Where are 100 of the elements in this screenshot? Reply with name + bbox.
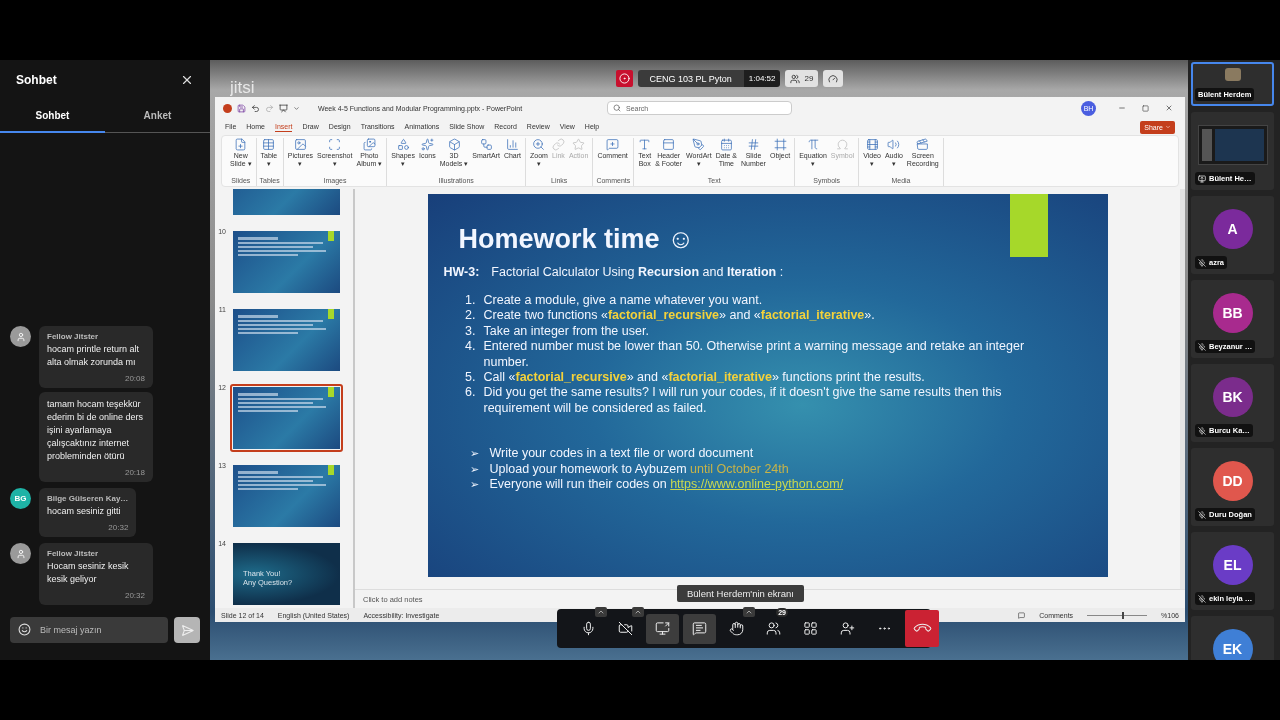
list-number: 6. <box>464 385 476 402</box>
message-time: 20:08 <box>124 374 145 383</box>
table-icon <box>262 138 276 151</box>
message-text: tamam hocam teşekkür ederim bi de online ders işini ayarlamaya çalışcaktınız internet probleminden ötürü <box>47 398 145 463</box>
bullet-text: Upload your homework to Aybuzem until October 24th <box>489 461 790 478</box>
participant-avatar: DD <box>1212 461 1253 501</box>
list-item-text: Create two functions «factorial_recursive» and «factorial_iterative». <box>483 308 876 324</box>
record-icon <box>618 73 630 84</box>
participant-count[interactable]: 29 <box>785 70 819 87</box>
bullet-marker: ➢ <box>469 461 480 477</box>
calendar-icon <box>719 138 733 151</box>
list-item-text: Entered number must be lower than 50. Otherwise print a warning message and retake an integer number. <box>483 339 1026 371</box>
participant-avatar: EK <box>1212 629 1253 660</box>
list-item-text: Create a module, give a name whatever you want. <box>483 293 764 309</box>
photo-placeholder <box>1224 68 1241 81</box>
screen-share-icon <box>655 621 670 636</box>
list-number: 3. <box>464 323 476 340</box>
images-icon <box>362 138 376 151</box>
send-icon <box>180 623 194 637</box>
list-number: 1. <box>464 293 476 309</box>
camera-off-icon <box>618 621 633 636</box>
slide-thumbnail[interactable] <box>233 309 340 371</box>
image-icon <box>293 138 307 151</box>
message-sender: Fellow Jitster <box>47 549 100 558</box>
undo-icon[interactable] <box>251 103 260 113</box>
recording-button[interactable] <box>615 70 633 87</box>
list-item-text: Call «factorial_recursive» and «factorial_iterative» functions print the results. <box>483 370 926 386</box>
shapes-icon <box>396 138 410 151</box>
slide-thumbnail[interactable] <box>233 465 340 527</box>
message-time: 20:18 <box>124 468 145 477</box>
caret-icon <box>1165 124 1171 130</box>
user-avatar-icon <box>10 326 31 347</box>
message-text: Hocam sesiniz kesik kesik geliyor <box>47 560 130 586</box>
send-button[interactable] <box>174 617 200 643</box>
speaker-icon <box>887 138 901 151</box>
chat-title: Sohbet <box>16 73 57 87</box>
bullet-marker: ➢ <box>469 446 480 462</box>
participant-avatar: BK <box>1212 377 1253 417</box>
gauge-icon <box>828 73 839 84</box>
comment-icon[interactable] <box>1018 611 1026 619</box>
screen-preview-drawing <box>1197 125 1268 165</box>
participant-tile[interactable]: EK <box>1191 616 1274 660</box>
message-sender: Bilge Gülseren Kay… <box>47 494 129 503</box>
list-number: 4. <box>464 339 476 356</box>
message-time: 20:32 <box>108 523 129 532</box>
list-item-text: Did you get the same results? I will run your codes, if it doesn't give the same results then this requirement will be considered as failed. <box>483 385 1003 417</box>
comment-icon <box>606 138 620 151</box>
scan-icon <box>328 138 342 151</box>
microphone-icon <box>581 621 596 636</box>
hang-up-button[interactable] <box>905 610 939 647</box>
add-user-icon <box>840 621 855 636</box>
assignment-label: HW-3: <box>443 265 480 279</box>
caret-button[interactable] <box>632 606 644 617</box>
hand-icon <box>729 621 744 636</box>
close-icon[interactable] <box>180 73 194 87</box>
presentation-icon[interactable] <box>279 103 288 113</box>
film-icon <box>865 138 879 151</box>
caret-button[interactable] <box>743 606 755 617</box>
message-sender: Fellow Jitster <box>47 332 100 341</box>
message-text: hocam printle return alt alta olmak zorunda mı <box>47 343 141 369</box>
accent-bar <box>1009 194 1048 257</box>
search-icon[interactable] <box>613 104 621 112</box>
clapperboard-icon <box>916 138 930 151</box>
maximize-icon[interactable] <box>1142 104 1149 112</box>
user-avatar: BG <box>10 488 31 509</box>
smiley-icon[interactable] <box>18 623 31 636</box>
pi-icon <box>806 138 820 151</box>
slide-thumbnail[interactable] <box>233 231 340 293</box>
header-icon <box>662 138 676 151</box>
slide-title: Homework time ☺ <box>458 224 696 255</box>
jitsi-logo: jitsi <box>230 79 255 97</box>
star-icon <box>572 138 586 151</box>
caret-icon[interactable] <box>293 104 300 112</box>
chat-tab[interactable]: Anket <box>105 100 210 133</box>
pen-icon <box>692 138 706 151</box>
bullet-text: Write your codes in a text file or word document <box>489 446 755 462</box>
assignment-title: Factorial Calculator Using Recursion and Iteration : <box>491 265 784 279</box>
caret-button[interactable] <box>595 606 607 617</box>
participant-avatar: A <box>1212 209 1253 249</box>
slide-thumbnail[interactable] <box>233 387 340 449</box>
bullet-text: Everyone will run their codes on https://www.online-python.com/ <box>489 477 845 493</box>
chat-icon <box>692 621 707 636</box>
chat-button[interactable] <box>683 613 716 644</box>
message-text: hocam sesiniz gitti <box>47 505 122 518</box>
frame-icon <box>773 138 787 151</box>
hash-icon <box>747 138 760 151</box>
save-icon[interactable] <box>237 103 246 113</box>
cube-icon <box>447 138 461 151</box>
diagram-icon <box>479 138 493 151</box>
zoom-slider-thumb[interactable] <box>1122 611 1125 619</box>
participants-icon <box>766 621 781 636</box>
user-avatar-icon <box>10 543 31 564</box>
screen-share-button[interactable] <box>646 613 679 644</box>
meeting-title: CENG 103 PL Pyton <box>637 70 744 87</box>
chat-tab[interactable]: Sohbet <box>0 100 105 133</box>
link-icon <box>551 138 565 151</box>
bar-chart-icon <box>505 138 519 151</box>
connection-gauge-button[interactable] <box>823 70 844 87</box>
app-logo-icon <box>223 103 232 113</box>
message-input-field[interactable]: Bir mesaj yazın <box>10 617 168 643</box>
